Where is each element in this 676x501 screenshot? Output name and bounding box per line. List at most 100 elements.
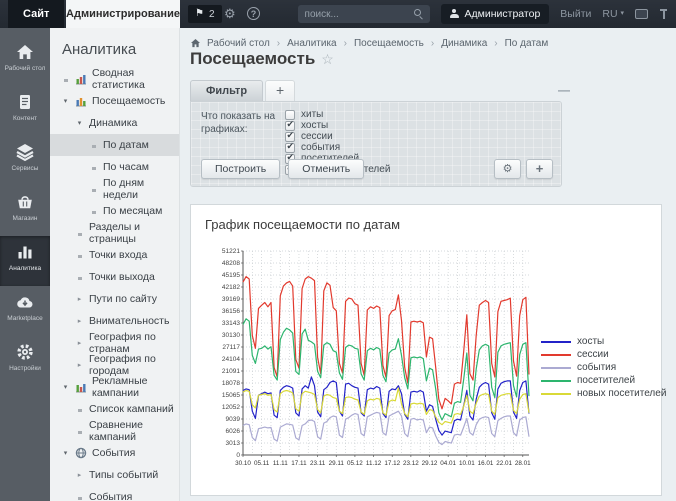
breadcrumb-item[interactable]: Аналитика xyxy=(287,38,337,49)
add-filter-tab[interactable]: + xyxy=(265,80,295,101)
gear-icon[interactable]: ⚙ xyxy=(224,5,236,23)
svg-text:24104: 24104 xyxy=(222,356,240,363)
menu-item[interactable]: Сводная статистика xyxy=(50,68,179,90)
menu-item-label: События xyxy=(89,491,132,501)
menu-item-label: Разделы и страницы xyxy=(89,221,179,245)
menu-item[interactable]: События xyxy=(50,486,179,501)
language-selector[interactable]: RU ▾ xyxy=(602,8,624,20)
menu-item[interactable]: ▸ Типы событий xyxy=(50,464,179,486)
svg-text:05.11: 05.11 xyxy=(254,460,270,467)
menu-item-label: Точки выхода xyxy=(89,271,155,283)
menu-item-label: Динамика xyxy=(89,117,137,129)
cancel-button[interactable]: Отменить xyxy=(288,159,364,179)
filter-add-button[interactable]: + xyxy=(526,159,553,179)
legend-swatch xyxy=(541,354,571,356)
star-icon[interactable]: ☆ xyxy=(321,51,334,67)
menu-item[interactable]: ▸Внимательность xyxy=(50,310,179,332)
menu-item[interactable]: По дням недели xyxy=(50,178,179,200)
breadcrumb-item[interactable]: Посещаемость xyxy=(354,38,424,49)
svg-text:17.12: 17.12 xyxy=(384,460,400,467)
menu-item[interactable]: ▾Рекламные кампании xyxy=(50,376,179,398)
build-button[interactable]: Построить xyxy=(201,159,280,179)
plus-icon: + xyxy=(536,161,544,176)
menu-item-label: Точки входа xyxy=(89,249,147,261)
svg-text:30.10: 30.10 xyxy=(235,460,251,467)
filter-settings-button[interactable]: ⚙ xyxy=(494,159,521,179)
search-icon[interactable] xyxy=(414,9,421,16)
checkbox[interactable] xyxy=(285,143,295,153)
cloud-icon xyxy=(15,292,35,312)
menu-item[interactable]: ▾События xyxy=(50,442,179,464)
menu-item[interactable]: Разделы и страницы xyxy=(50,222,179,244)
search-input[interactable] xyxy=(298,5,430,23)
menu-item[interactable]: ▸География по странам xyxy=(50,332,179,354)
filter-tabs: Фильтр + xyxy=(190,80,295,101)
bullet-icon xyxy=(75,425,84,437)
menu-item[interactable]: Сравнение кампаний xyxy=(50,420,179,442)
sidebar-item-cloud[interactable]: Marketplace xyxy=(0,286,50,336)
svg-text:11.11: 11.11 xyxy=(273,460,288,467)
menu-item[interactable]: Список кампаний xyxy=(50,398,179,420)
breadcrumb-item[interactable]: Динамика xyxy=(441,38,487,49)
chevron-down-icon: ▾ xyxy=(61,97,70,105)
menu-item[interactable]: Точки выхода xyxy=(50,266,179,288)
help-button[interactable]: ? xyxy=(247,7,260,20)
home-icon xyxy=(15,42,35,62)
menu-title: Аналитика xyxy=(62,41,179,58)
sidebar-item-label: Магазин xyxy=(0,215,50,223)
menu-item[interactable]: По датам xyxy=(50,134,179,156)
sidebar-item-document[interactable]: Контент xyxy=(0,86,50,136)
checkbox[interactable] xyxy=(285,121,295,131)
legend-swatch xyxy=(541,380,571,382)
sidebar-item-gear[interactable]: Настройки xyxy=(0,336,50,386)
breadcrumb-item[interactable]: По датам xyxy=(505,38,549,49)
menu-item[interactable]: ▸География по городам xyxy=(50,354,179,376)
legend-swatch xyxy=(541,367,571,369)
page-title-text: Посещаемость xyxy=(190,49,315,68)
checkbox[interactable] xyxy=(285,132,295,142)
menu-item-label: По месяцам xyxy=(103,205,162,217)
bullet-icon xyxy=(75,271,84,283)
menu-item[interactable]: По часам xyxy=(50,156,179,178)
chart-title: График посещаемости по датам xyxy=(205,217,661,232)
desktop-icon[interactable] xyxy=(635,9,648,19)
sidebar-item-chart[interactable]: Аналитика xyxy=(0,236,50,286)
site-tab[interactable]: Сайт xyxy=(8,0,64,28)
menu-item[interactable]: Точки входа xyxy=(50,244,179,266)
svg-text:45195: 45195 xyxy=(222,272,240,279)
user-button[interactable]: Администратор xyxy=(441,4,550,24)
menu-item[interactable]: ▾Посещаемость xyxy=(50,90,179,112)
menu-item[interactable]: По месяцам xyxy=(50,200,179,222)
person-icon xyxy=(450,9,459,19)
menu-item-label: Внимательность xyxy=(89,315,169,327)
svg-text:16.01: 16.01 xyxy=(478,460,494,467)
visits-line-chart: 0301360269039120521506518078210912410427… xyxy=(203,243,533,471)
svg-text:17.11: 17.11 xyxy=(291,460,307,467)
menu-item-label: Типы событий xyxy=(89,469,158,481)
sidebar-item-label: Сервисы xyxy=(0,165,50,173)
checkbox-item: сессии xyxy=(285,131,390,142)
pin-icon[interactable] xyxy=(659,8,668,21)
document-icon xyxy=(15,92,35,112)
analytics-menu: Аналитика Сводная статистика▾Посещаемост… xyxy=(50,28,180,501)
menu-item-label: Рекламные кампании xyxy=(92,375,179,399)
filter-tab[interactable]: Фильтр xyxy=(190,80,263,101)
notifications-button[interactable]: ⚑ 2 xyxy=(188,5,222,23)
sidebar-item-home[interactable]: Рабочий стол xyxy=(0,36,50,86)
visits-icon xyxy=(75,95,87,107)
bullet-icon xyxy=(89,161,98,173)
menu-item-label: География по городам xyxy=(89,353,179,377)
menu-item[interactable]: ▾Динамика xyxy=(50,112,179,134)
breadcrumb-item[interactable]: Рабочий стол xyxy=(207,38,270,49)
main-sidebar: Рабочий столКонтент Сервисы Магазин Аналити… xyxy=(0,28,50,501)
collapse-button[interactable]: — xyxy=(558,83,570,97)
sidebar-item-layers[interactable]: Сервисы xyxy=(0,136,50,186)
sidebar-item-basket[interactable]: Магазин xyxy=(0,186,50,236)
chevron-right-icon: ▸ xyxy=(75,471,84,479)
logout-link[interactable]: Выйти xyxy=(560,8,591,20)
menu-item[interactable]: ▸Пути по сайту xyxy=(50,288,179,310)
svg-text:30130: 30130 xyxy=(222,332,240,339)
filter-icon-buttons: ⚙ + xyxy=(494,159,553,179)
admin-tab[interactable]: Администрирование xyxy=(66,0,180,28)
checkbox[interactable] xyxy=(285,110,295,120)
